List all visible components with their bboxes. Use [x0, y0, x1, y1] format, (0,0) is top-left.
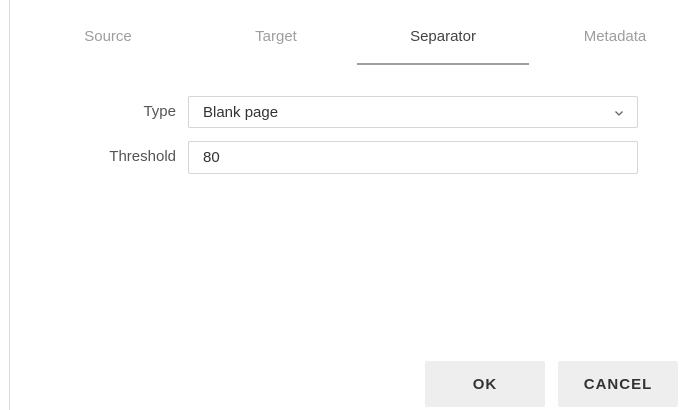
- tab-bar: Source Target Separator Metadata: [10, 0, 692, 68]
- chevron-down-icon: [613, 106, 625, 118]
- tab-metadata[interactable]: Metadata: [529, 28, 692, 66]
- type-select[interactable]: Blank page: [188, 96, 638, 128]
- separator-dialog: Source Target Separator Metadata Type Bl…: [9, 0, 692, 410]
- threshold-input[interactable]: [188, 141, 638, 174]
- type-label: Type: [143, 103, 176, 120]
- tab-separator[interactable]: Separator: [357, 28, 529, 66]
- threshold-label: Threshold: [109, 148, 176, 165]
- tab-source[interactable]: Source: [22, 28, 194, 66]
- active-tab-indicator: [357, 63, 529, 65]
- cancel-button[interactable]: CANCEL: [558, 361, 678, 407]
- tab-target[interactable]: Target: [190, 28, 362, 66]
- type-select-value: Blank page: [203, 104, 279, 121]
- ok-button[interactable]: OK: [425, 361, 545, 407]
